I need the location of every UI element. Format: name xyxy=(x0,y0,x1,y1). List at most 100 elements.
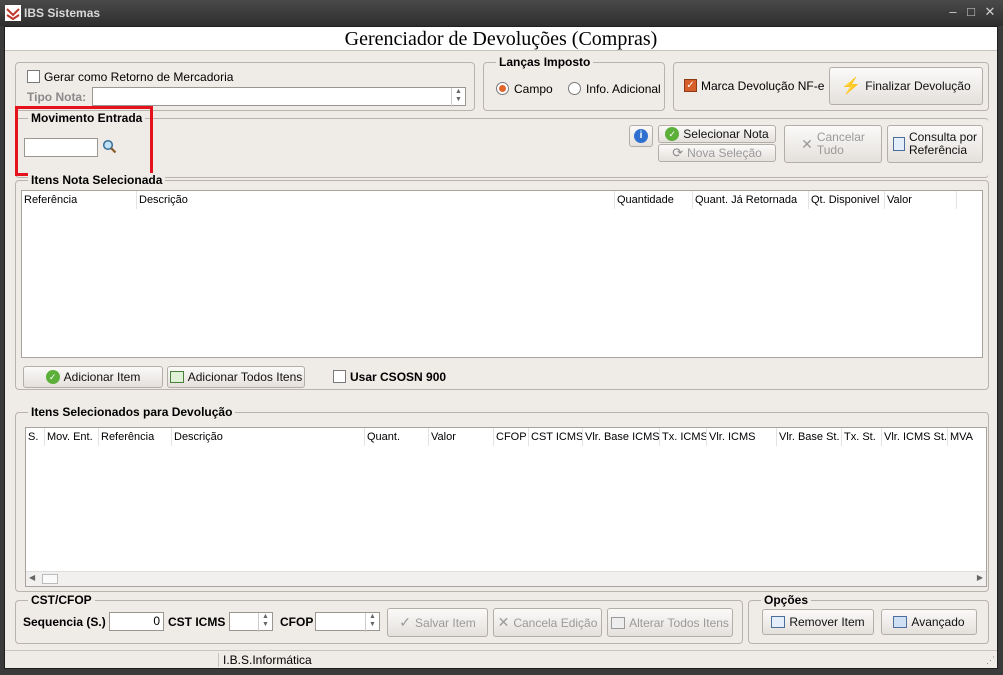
scroll-right-icon[interactable]: ▶ xyxy=(977,573,983,582)
cancela-edicao-label: Cancela Edição xyxy=(513,615,598,630)
lancas-imposto-title: Lanças Imposto xyxy=(496,55,594,69)
column-header[interactable]: Tx. ICMS xyxy=(660,428,707,446)
column-header[interactable]: CST ICMS xyxy=(529,428,583,446)
document-icon xyxy=(892,137,905,151)
info-button[interactable]: i xyxy=(629,125,653,147)
window-titlebar: IBS Sistemas – □ ✕ xyxy=(0,0,1003,26)
cfop-label: CFOP xyxy=(280,615,314,629)
selecionar-nota-button[interactable]: ✓ Selecionar Nota xyxy=(658,125,776,143)
page-title: Gerenciador de Devoluções (Compras) xyxy=(5,27,997,51)
tipo-nota-select[interactable] xyxy=(92,87,466,106)
selecionar-nota-label: Selecionar Nota xyxy=(683,127,769,141)
list-edit-icon xyxy=(611,616,626,629)
sequencia-label: Sequencia (S.) xyxy=(23,615,106,629)
gerar-retorno-label: Gerar como Retorno de Mercadoria xyxy=(44,70,234,84)
maximize-icon[interactable]: □ xyxy=(963,4,979,20)
avancado-label: Avançado xyxy=(911,615,965,629)
highlight-box xyxy=(15,106,153,176)
remove-list-icon xyxy=(771,616,786,628)
cst-cfop-title: CST/CFOP xyxy=(28,593,95,607)
adicionar-todos-itens-button[interactable]: Adicionar Todos Itens xyxy=(167,366,305,388)
info-adicional-label: Info. Adicional xyxy=(586,82,661,96)
column-header[interactable]: Valor xyxy=(885,191,957,209)
column-header[interactable]: Vlr. Base ICMS xyxy=(583,428,660,446)
column-header[interactable]: Referência xyxy=(22,191,137,209)
usar-csosn-label: Usar CSOSN 900 xyxy=(350,370,447,384)
itens-devolucao-title: Itens Selecionados para Devolução xyxy=(28,405,236,419)
column-header[interactable]: S. xyxy=(26,428,45,446)
avancado-button[interactable]: Avançado xyxy=(881,609,977,635)
info-icon: i xyxy=(634,129,648,143)
column-header[interactable]: Quant. xyxy=(365,428,429,446)
minimize-icon[interactable]: – xyxy=(945,4,961,20)
cancelar-tudo-text: Cancelar Tudo xyxy=(817,131,865,157)
check-icon: ✓ xyxy=(665,127,680,141)
column-header[interactable]: MVA xyxy=(948,428,986,446)
alterar-todos-itens-button[interactable]: Alterar Todos Itens xyxy=(607,608,733,637)
resize-grip-icon[interactable]: ⋰ xyxy=(986,655,995,666)
itens-nota-title: Itens Nota Selecionada xyxy=(28,173,166,187)
cfop-spin-icon[interactable]: ▲ ▼ xyxy=(365,613,379,632)
nova-selecao-button[interactable]: ⟳ Nova Seleção xyxy=(658,144,776,162)
main-window: Gerenciador de Devoluções (Compras) Gera… xyxy=(4,26,998,669)
alterar-todos-label: Alterar Todos Itens xyxy=(629,615,729,630)
column-header[interactable]: Mov. Ent. xyxy=(45,428,99,446)
status-bar: I.B.S.Informática ⋰ xyxy=(5,650,997,668)
column-header[interactable]: Vlr. Base St. xyxy=(777,428,842,446)
finalizar-devolucao-label: Finalizar Devolução xyxy=(865,79,971,93)
cancela-edicao-button[interactable]: ✕ Cancela Edição xyxy=(493,608,602,637)
cancelar-tudo-button[interactable]: ✕ Cancelar Tudo xyxy=(784,125,882,163)
check-icon: ✓ xyxy=(399,614,412,630)
tipo-nota-spin-icon[interactable]: ▲ ▼ xyxy=(451,88,465,107)
itens-devolucao-table[interactable]: S. Mov. Ent. Referência Descrição Quant.… xyxy=(25,427,987,587)
x-icon: ✕ xyxy=(497,614,510,630)
x-icon: ✕ xyxy=(801,135,813,152)
column-header[interactable]: Descrição xyxy=(172,428,365,446)
remover-item-button[interactable]: Remover Item xyxy=(762,609,874,635)
info-adicional-radio[interactable] xyxy=(568,82,581,95)
opcoes-title: Opções xyxy=(761,593,812,607)
cst-icms-spin-icon[interactable]: ▲ ▼ xyxy=(258,613,272,632)
adicionar-item-button[interactable]: ✓ Adicionar Item xyxy=(23,366,163,388)
status-company: I.B.S.Informática xyxy=(223,653,312,667)
column-header[interactable]: Vlr. ICMS xyxy=(707,428,777,446)
marca-devolucao-label: Marca Devolução NF-e xyxy=(701,79,825,93)
horizontal-scrollbar[interactable]: ◀ ▶ xyxy=(26,571,986,586)
column-header[interactable]: Vlr. ICMS St. xyxy=(882,428,948,446)
column-header[interactable]: Referência xyxy=(99,428,172,446)
cancelar-tudo-label-line2: Tudo xyxy=(816,143,844,157)
salvar-item-button[interactable]: ✓ Salvar Item xyxy=(387,608,488,637)
column-header[interactable]: Quantidade xyxy=(615,191,693,209)
scrollbar-thumb[interactable] xyxy=(42,574,58,584)
status-panel xyxy=(19,653,219,667)
close-icon[interactable]: ✕ xyxy=(982,4,998,20)
lightning-icon: ⚡ xyxy=(841,78,862,95)
remover-item-label: Remover Item xyxy=(789,615,865,629)
column-header[interactable]: Tx. St. xyxy=(842,428,882,446)
window-title: IBS Sistemas xyxy=(24,6,101,20)
itens-nota-table[interactable]: Referência Descrição Quantidade Quant. J… xyxy=(21,190,983,358)
marca-devolucao-checkbox[interactable]: ✓ xyxy=(684,79,697,92)
adicionar-todos-label: Adicionar Todos Itens xyxy=(187,370,303,384)
lancas-imposto-group: Lanças Imposto Campo Info. Adicional xyxy=(483,55,665,111)
usar-csosn-checkbox[interactable] xyxy=(333,370,346,383)
column-header[interactable]: Valor xyxy=(429,428,494,446)
cst-icms-label: CST ICMS xyxy=(168,615,226,629)
scroll-left-icon[interactable]: ◀ xyxy=(29,573,35,582)
campo-radio-label: Campo xyxy=(514,82,553,96)
campo-radio[interactable] xyxy=(496,82,509,95)
consulta-referencia-button[interactable]: Consulta por Referência xyxy=(887,125,983,163)
retorno-group: Gerar como Retorno de Mercadoria Tipo No… xyxy=(15,62,475,111)
adicionar-item-label: Adicionar Item xyxy=(63,370,141,384)
finalizar-devolucao-button[interactable]: ⚡ Finalizar Devolução xyxy=(829,67,983,105)
consulta-referencia-text: Consulta por Referência xyxy=(909,131,977,157)
column-header[interactable]: Qt. Disponivel xyxy=(809,191,885,209)
salvar-item-label: Salvar Item xyxy=(415,615,476,630)
sequencia-input[interactable]: 0 xyxy=(109,612,164,631)
column-header[interactable]: Quant. Já Retornada xyxy=(693,191,809,209)
nova-selecao-label: Nova Seleção xyxy=(687,146,762,160)
app-logo-icon xyxy=(5,5,21,21)
column-header[interactable]: CFOP xyxy=(494,428,529,446)
gerar-retorno-checkbox[interactable] xyxy=(27,70,40,83)
column-header[interactable]: Descrição xyxy=(137,191,615,209)
